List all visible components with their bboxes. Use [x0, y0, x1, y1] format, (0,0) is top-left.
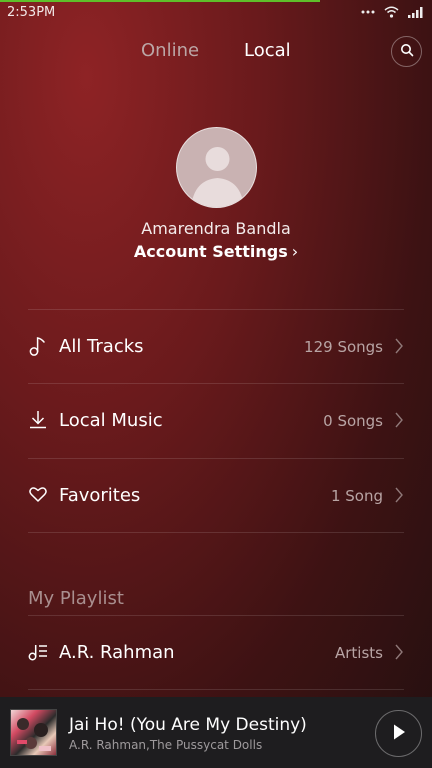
account-settings-link[interactable]: Account Settings › — [0, 242, 432, 261]
list-item-count: 1 Song — [330, 487, 383, 505]
list-item-count: Artists — [335, 644, 383, 662]
tab-local[interactable]: Local — [244, 40, 291, 61]
music-note-icon — [28, 335, 50, 357]
status-bar: 2:53PM — [0, 0, 432, 26]
now-playing-bar[interactable]: Jai Ho! (You Are My Destiny) A.R. Rahman… — [0, 697, 432, 768]
tab-online[interactable]: Online — [141, 40, 199, 61]
divider — [28, 615, 404, 616]
list-item-local-music[interactable]: Local Music 0 Songs — [28, 396, 404, 446]
divider — [28, 689, 404, 690]
play-button[interactable] — [375, 710, 422, 757]
chevron-right-icon: › — [291, 242, 299, 261]
album-art[interactable] — [10, 709, 57, 756]
album-art-image — [17, 718, 51, 751]
user-name: Amarendra Bandla — [141, 219, 291, 238]
search-icon — [400, 42, 414, 61]
wifi-icon — [384, 6, 399, 18]
chevron-right-icon — [394, 337, 404, 355]
list-item-playlist-ar-rahman[interactable]: A.R. Rahman Artists — [28, 628, 404, 678]
play-icon — [391, 723, 407, 745]
divider — [28, 458, 404, 459]
list-item-label: All Tracks — [59, 336, 144, 357]
list-item-favorites[interactable]: Favorites 1 Song — [28, 471, 404, 521]
divider — [28, 309, 404, 310]
user-silhouette-icon — [191, 147, 244, 207]
list-item-label: Favorites — [59, 485, 141, 506]
section-title-my-playlist: My Playlist — [28, 588, 124, 609]
music-app-screen: 2:53PM Online Local Amarendra Bandla Acc… — [0, 0, 432, 768]
signal-icon — [408, 6, 424, 18]
list-item-label: A.R. Rahman — [59, 642, 175, 663]
heart-icon — [28, 484, 50, 506]
now-playing-artist: A.R. Rahman,The Pussycat Dolls — [69, 738, 263, 752]
status-time: 2:53PM — [7, 5, 56, 20]
top-tabs: Online Local — [0, 40, 432, 64]
download-icon — [28, 409, 50, 431]
chevron-right-icon — [394, 643, 404, 661]
status-icons — [361, 6, 424, 18]
avatar[interactable] — [176, 127, 257, 208]
chevron-right-icon — [394, 486, 404, 504]
search-button[interactable] — [391, 36, 422, 67]
divider — [28, 532, 404, 533]
account-settings-label: Account Settings — [133, 242, 288, 261]
divider — [28, 383, 404, 384]
list-item-count: 129 Songs — [304, 338, 383, 356]
chevron-right-icon — [394, 411, 404, 429]
list-item-count: 0 Songs — [323, 412, 383, 430]
more-dots-icon — [361, 10, 375, 14]
top-progress-line — [0, 0, 320, 2]
now-playing-title: Jai Ho! (You Are My Destiny) — [69, 715, 307, 735]
list-item-label: Local Music — [59, 410, 163, 431]
playlist-icon — [28, 641, 50, 663]
list-item-all-tracks[interactable]: All Tracks 129 Songs — [28, 322, 404, 372]
